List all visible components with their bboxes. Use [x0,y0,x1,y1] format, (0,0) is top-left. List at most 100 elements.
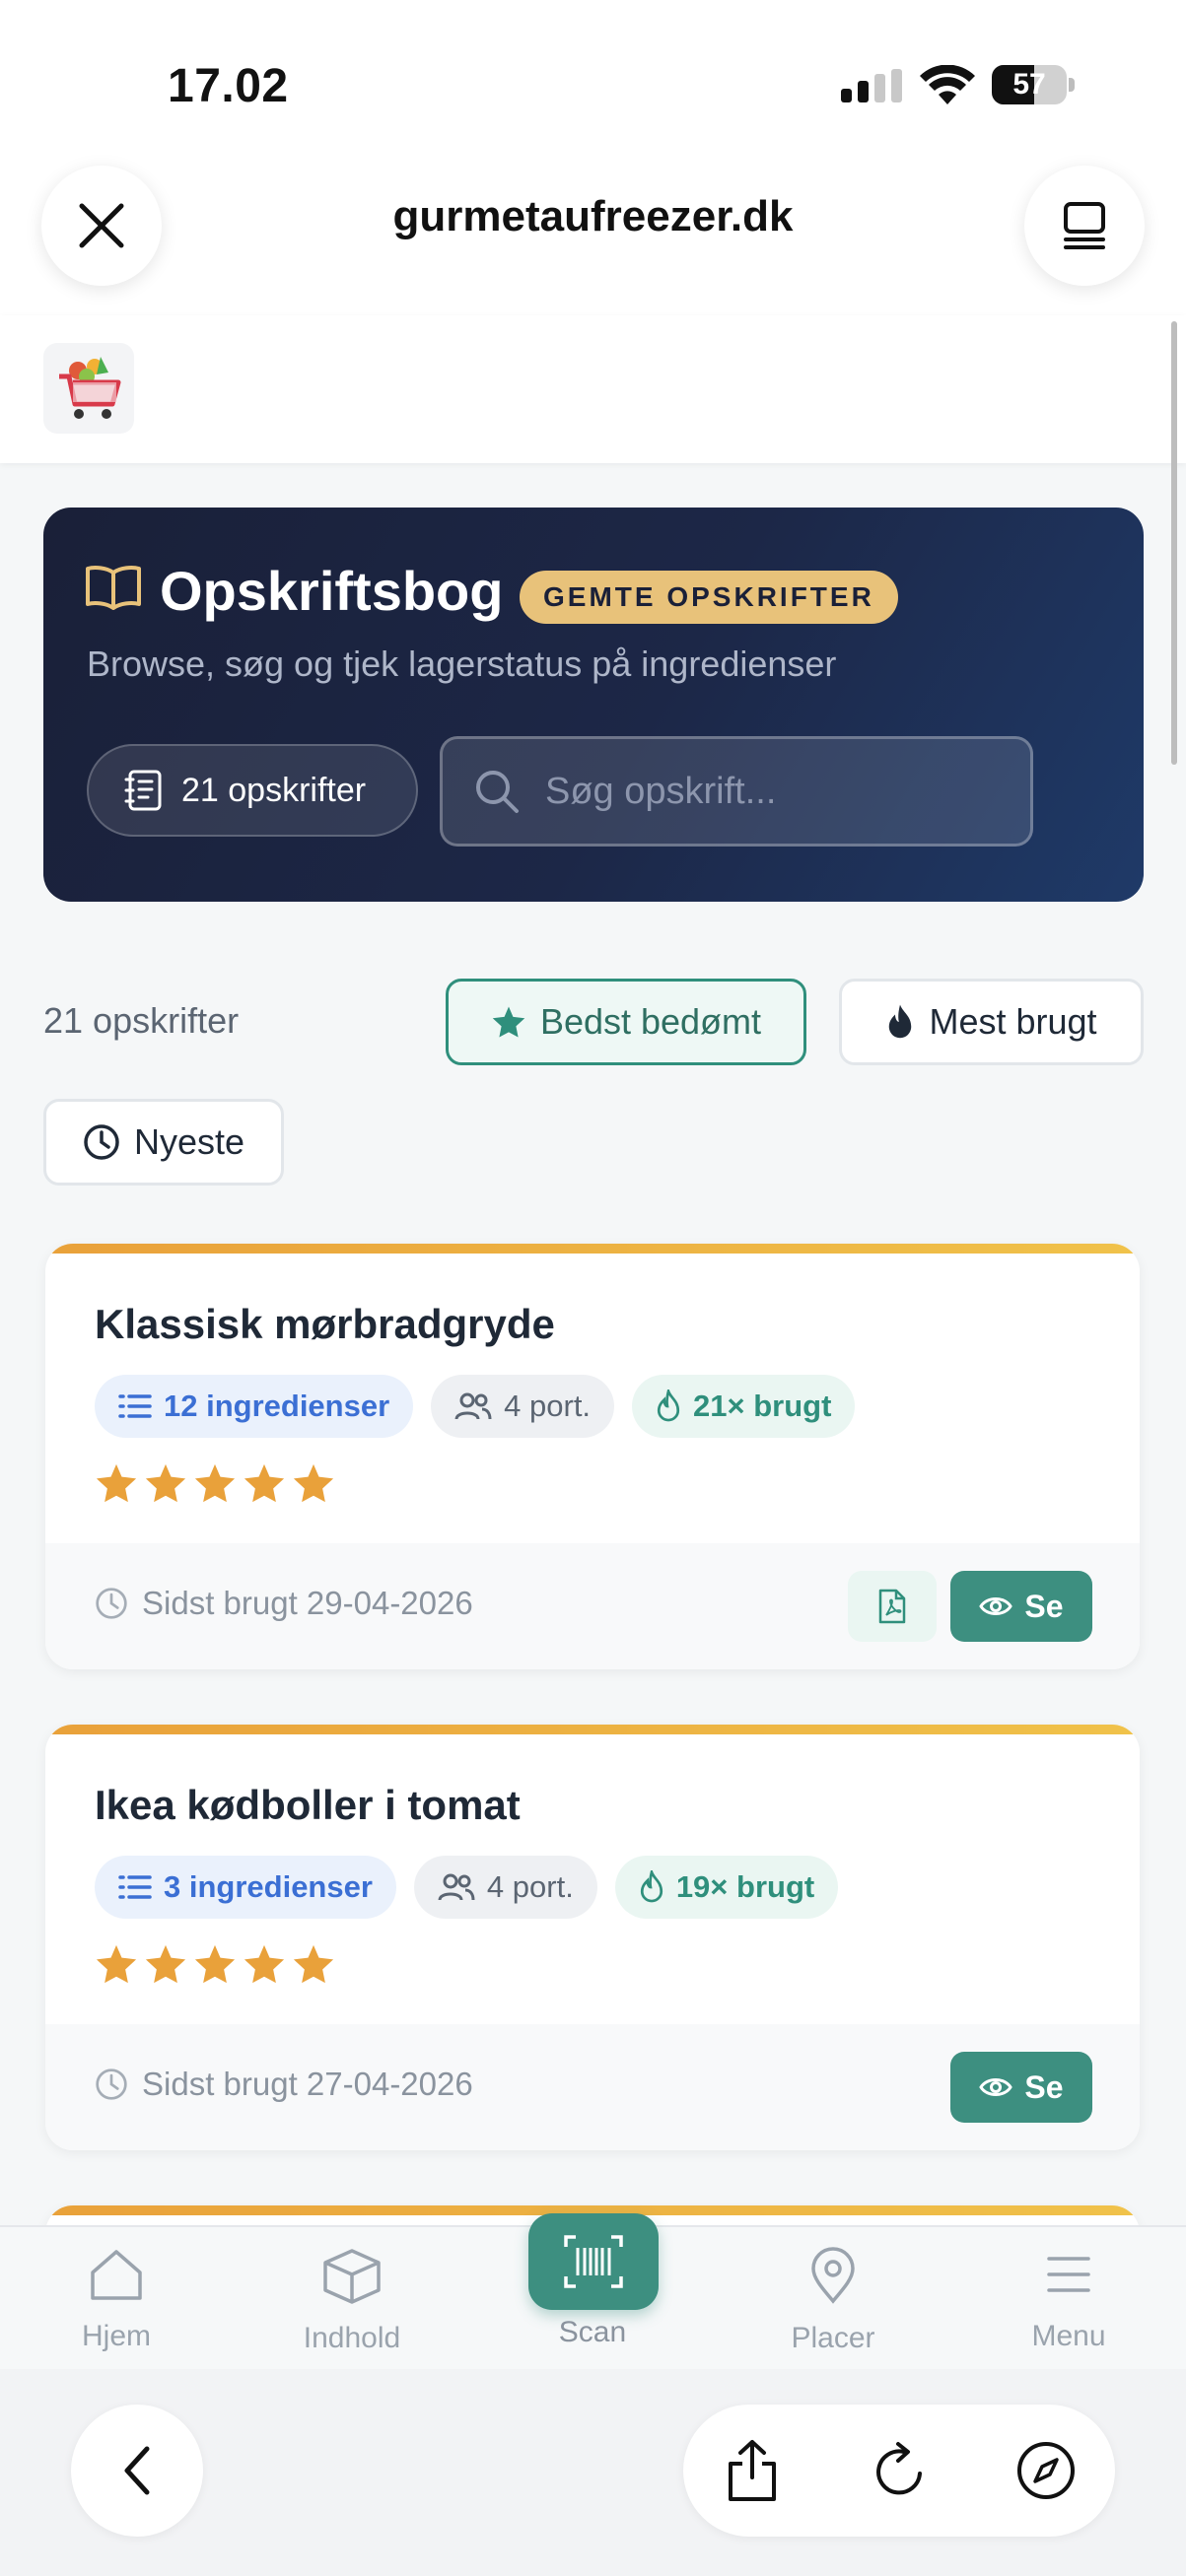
share-icon [729,2440,776,2501]
sort-newest-button[interactable]: Nyeste [43,1099,284,1186]
recipe-book-hero: Opskriftsbog GEMTE OPSKRIFTER Browse, sø… [43,508,1144,902]
usage-label: 21× brugt [693,1389,832,1423]
clock-icon [84,1124,119,1160]
star-icon [194,1463,236,1503]
share-button[interactable] [719,2437,786,2504]
sort-most-used-label: Mest brugt [929,1001,1097,1042]
result-count: 21 opskrifter [43,1000,240,1041]
nav-contents[interactable]: Indhold [263,2247,441,2355]
battery-indicator: 57 [992,65,1075,104]
clock-icon [96,2068,127,2100]
cellular-signal-icon [841,69,902,102]
recipe-count-pill: 21 opskrifter [87,744,418,837]
people-icon [454,1392,492,1420]
page-domain[interactable]: gurmetaufreezer.dk [296,192,890,241]
compass-icon [1017,2442,1075,2499]
view-recipe-button[interactable]: Se [950,1571,1092,1642]
last-used: Sidst brugt 27-04-2026 [95,2066,473,2103]
close-button[interactable] [41,166,162,286]
home-icon [91,2250,142,2300]
recipe-title[interactable]: Klassisk mørbradgryde [95,1301,555,1348]
nav-menu[interactable]: Menu [980,2247,1157,2353]
barcode-scan-icon [564,2235,623,2288]
recipe-card[interactable]: Ikea kødboller i tomat 3 ingredienser 4 … [45,1725,1140,2150]
view-recipe-button[interactable]: Se [950,2052,1092,2123]
star-rating [95,1462,335,1504]
star-icon [145,1944,186,1984]
status-bar: 17.02 57 [0,0,1186,148]
nav-home-label: Hjem [81,2320,151,2352]
app-bottom-nav: Hjem Indhold Scan Placer Menu [0,2213,1186,2369]
recipe-list-icon [124,770,162,811]
hamburger-menu-icon [1047,2257,1090,2292]
people-icon [438,1873,475,1901]
nav-places[interactable]: Placer [744,2247,922,2355]
nav-scan-label: Scan [558,2316,627,2348]
star-icon [244,1944,285,1984]
reload-icon [876,2442,922,2495]
box-icon [323,2249,381,2304]
last-used-label: Sidst brugt 27-04-2026 [142,2066,473,2102]
compass-button[interactable] [1012,2437,1080,2504]
wifi-icon [920,65,975,104]
reader-mode-button[interactable] [1024,166,1145,286]
usage-label: 19× brugt [675,1869,815,1904]
card-footer: Sidst brugt 27-04-2026 Se [45,2024,1140,2150]
chevron-left-icon [124,2446,150,2495]
nav-contents-label: Indhold [303,2322,401,2354]
star-icon [293,1944,334,1984]
star-rating [95,1943,335,1985]
reload-button[interactable] [867,2437,934,2504]
recipe-count-label: 21 opskrifter [181,771,367,809]
star-icon [492,1006,525,1038]
view-recipe-label: Se [1024,2068,1064,2105]
sort-best-rated-label: Bedst bedømt [539,1001,762,1042]
browser-top-bar: gurmetaufreezer.dk [0,148,1186,315]
browser-toolbar [0,2369,1186,2576]
list-icon [118,1394,152,1418]
ingredients-chip: 12 ingredienser [95,1375,414,1438]
last-used: Sidst brugt 29-04-2026 [95,1585,473,1622]
back-button[interactable] [71,2405,203,2537]
sort-best-rated-button[interactable]: Bedst bedømt [446,979,806,1065]
ingredients-label: 12 ingredienser [164,1389,390,1423]
close-icon [79,203,124,248]
nav-scan-button[interactable] [528,2213,659,2310]
ingredients-label: 3 ingredienser [164,1869,373,1904]
sort-most-used-button[interactable]: Mest brugt [839,979,1144,1065]
search-icon [476,771,519,813]
star-icon [145,1463,186,1503]
site-logo[interactable] [43,343,134,434]
recipe-search[interactable] [440,736,1033,847]
reader-icon [1064,202,1105,249]
flame-icon [889,1004,912,1039]
nav-home[interactable]: Hjem [28,2247,205,2353]
pdf-file-icon [878,1589,906,1624]
browser-tools [683,2405,1115,2537]
flame-icon [640,1870,663,1903]
portions-chip: 4 port. [413,1856,597,1919]
saved-recipes-badge: GEMTE OPSKRIFTER [520,571,898,624]
shopping-cart-logo-icon [59,357,121,419]
eye-icon [979,1597,1013,1615]
portions-chip: 4 port. [431,1375,615,1438]
nav-menu-label: Menu [1031,2320,1106,2352]
flame-icon [657,1390,680,1422]
search-input[interactable] [545,770,1018,813]
star-icon [244,1463,285,1503]
last-used-label: Sidst brugt 29-04-2026 [142,1585,473,1621]
eye-icon [979,2078,1013,2096]
nav-places-label: Placer [791,2322,875,2354]
sort-newest-label: Nyeste [133,1121,245,1162]
battery-percent: 57 [1012,68,1046,101]
page-scrollbar[interactable] [1171,321,1177,765]
list-icon [118,1875,152,1899]
recipe-card[interactable]: Klassisk mørbradgryde 12 ingredienser 4 … [45,1244,1140,1669]
portions-label: 4 port. [504,1389,592,1423]
usage-chip: 21× brugt [632,1375,856,1438]
page-title: Opskriftsbog [160,560,504,622]
recipe-title[interactable]: Ikea kødboller i tomat [95,1782,521,1829]
pdf-button[interactable] [848,1571,937,1642]
star-icon [194,1944,236,1984]
hero-subtitle: Browse, søg og tjek lagerstatus på ingre… [87,644,837,684]
